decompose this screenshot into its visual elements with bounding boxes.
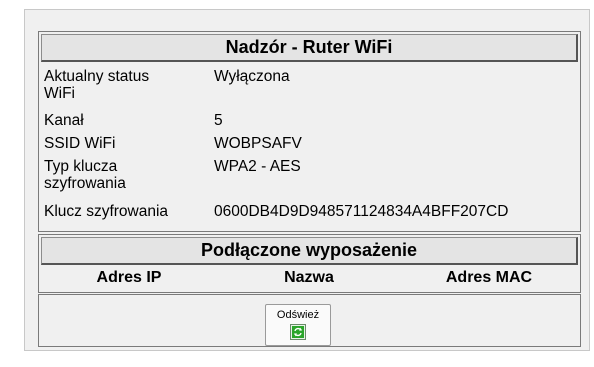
column-mac-address: Adres MAC — [445, 269, 533, 286]
column-name: Nazwa — [284, 269, 334, 286]
column-ip-address: Adres IP — [96, 269, 162, 286]
value-wifi-status: Wyłączona — [214, 68, 290, 85]
label-ssid: SSID WiFi — [44, 135, 116, 152]
refresh-button-label: Odśwież — [276, 309, 320, 321]
refresh-panel: Odśwież — [38, 294, 581, 347]
connected-devices-panel: Podłączone wyposażenie Adres IP Nazwa Ad… — [38, 234, 581, 293]
devices-table-header: Adres IP Nazwa Adres MAC — [39, 269, 580, 291]
label-channel: Kanał — [44, 112, 84, 129]
value-encryption-key: 0600DB4D9D948571124834A4BFF207CD — [214, 203, 509, 220]
label-key-type: Typ klucza szyfrowania — [44, 158, 126, 192]
refresh-button[interactable]: Odśwież — [265, 304, 331, 346]
label-encryption-key: Klucz szyfrowania — [44, 203, 169, 220]
wifi-status-panel: Nadzór - Ruter WiFi Aktualny status WiFi… — [38, 31, 581, 232]
router-monitor-window: Nadzór - Ruter WiFi Aktualny status WiFi… — [24, 9, 590, 351]
value-key-type: WPA2 - AES — [214, 158, 301, 175]
devices-panel-title: Podłączone wyposażenie — [41, 237, 578, 265]
label-wifi-status: Aktualny status WiFi — [44, 68, 150, 102]
refresh-icon — [290, 324, 306, 340]
wifi-panel-title: Nadzór - Ruter WiFi — [41, 34, 578, 62]
value-ssid: WOBPSAFV — [214, 135, 302, 152]
value-channel: 5 — [214, 112, 223, 129]
